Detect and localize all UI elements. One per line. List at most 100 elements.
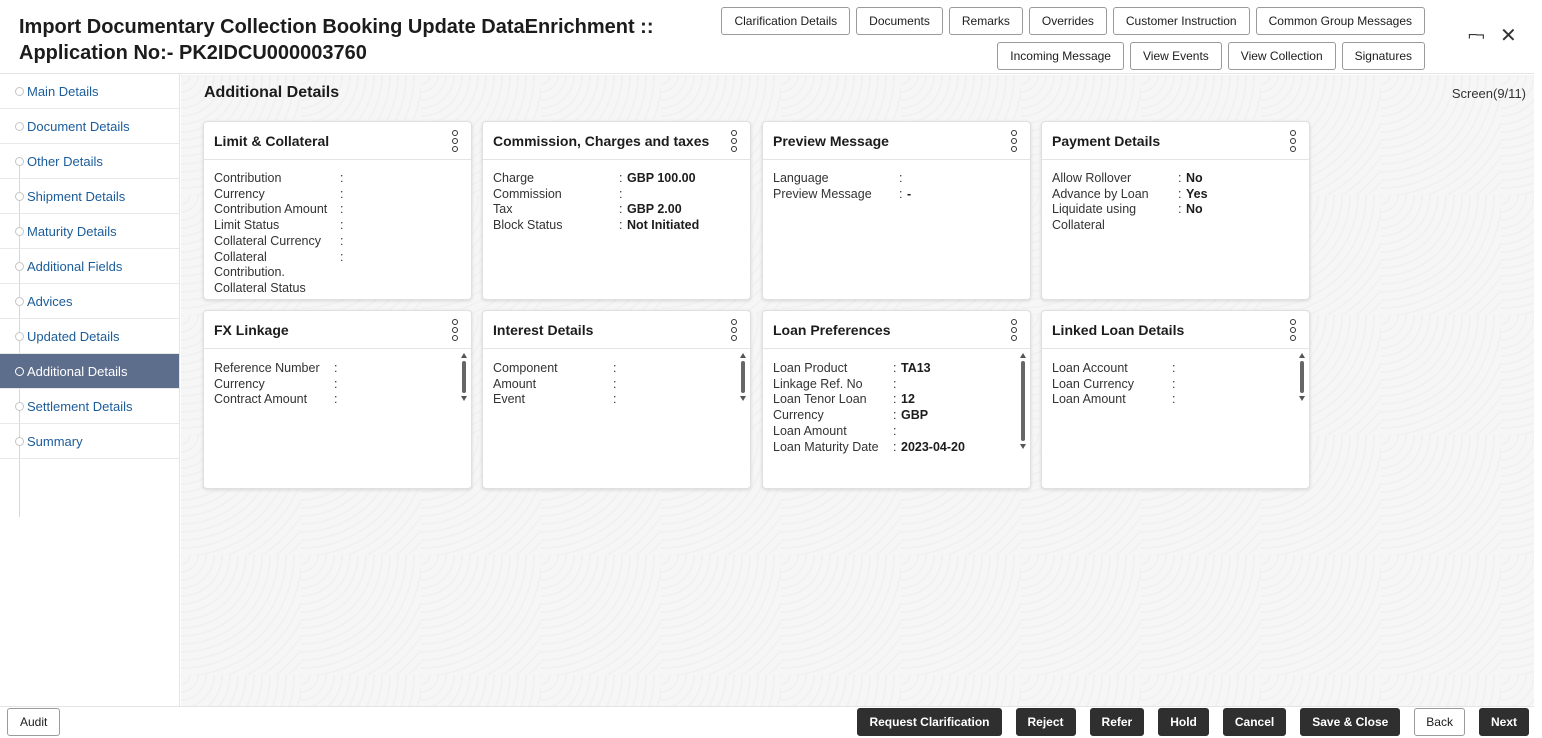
card-body: Language: Preview Message: - [773,171,1016,202]
field-label: Block Status [493,218,563,233]
hold-button[interactable]: Hold [1158,708,1209,736]
sidebar-item-label: Summary [27,433,83,449]
save-and-close-button[interactable]: Save & Close [1300,708,1401,736]
field-separator: : [334,376,338,391]
kebab-menu-icon[interactable] [1290,319,1296,341]
documents-button[interactable]: Documents [856,7,943,35]
scroll-down-icon[interactable] [1020,444,1026,449]
scroll-thumb[interactable] [1021,361,1025,441]
field-row: Loan Product: TA13 [773,361,1016,377]
field-row: Collateral Status [214,281,457,297]
field-label: Loan Currency [1052,376,1134,391]
view-collection-button[interactable]: View Collection [1227,42,1336,70]
step-indicator-icon [15,332,24,341]
kebab-menu-icon[interactable] [1290,130,1296,152]
kebab-menu-icon[interactable] [1011,319,1017,341]
card-scrollbar[interactable] [1019,353,1027,449]
field-label: Charge [493,171,534,185]
scroll-up-icon[interactable] [1020,353,1026,358]
signatures-button[interactable]: Signatures [1341,42,1425,70]
view-events-button[interactable]: View Events [1129,42,1222,70]
close-icon[interactable]: ✕ [1500,26,1517,46]
kebab-menu-icon[interactable] [452,130,458,152]
audit-button[interactable]: Audit [7,708,61,736]
header-actions-row1: Clarification Details Documents Remarks … [721,7,1425,35]
step-indicator-icon [15,192,24,201]
field-label: Contribution [214,171,282,185]
field-row: Loan Amount: [1052,392,1295,408]
cancel-button[interactable]: Cancel [1222,708,1287,736]
sidebar-item-document-details[interactable]: Document Details [0,109,179,144]
card-title: Limit & Collateral [214,133,330,149]
scroll-down-icon[interactable] [740,396,746,401]
scroll-thumb[interactable] [741,361,745,393]
clarification-details-button[interactable]: Clarification Details [721,7,851,35]
scroll-down-icon[interactable] [1299,396,1305,401]
kebab-menu-icon[interactable] [452,319,458,341]
sidebar-item-updated-details[interactable]: Updated Details [0,319,179,354]
common-group-messages-button[interactable]: Common Group Messages [1255,7,1425,35]
scroll-up-icon[interactable] [461,353,467,358]
sidebar-item-additional-fields[interactable]: Additional Fields [0,249,179,284]
field-label: Collateral [214,249,267,264]
kebab-menu-icon[interactable] [731,130,737,152]
field-separator: : [613,361,617,375]
field-label: Loan Amount [1052,392,1126,407]
remarks-button[interactable]: Remarks [948,7,1023,35]
customer-instruction-button[interactable]: Customer Instruction [1112,7,1250,35]
sidebar-item-label: Main Details [27,83,99,99]
field-separator: : [1172,392,1176,407]
card-body: Loan Account: Loan Currency: Loan Amount: [1052,361,1295,408]
field-value: No [1186,202,1203,217]
scroll-up-icon[interactable] [740,353,746,358]
field-separator: : [893,423,897,438]
field-row: Contribution: [214,171,457,187]
field-label: Collateral Currency [214,233,321,248]
card-header: Preview Message [763,122,1030,160]
sidebar-item-label: Settlement Details [27,398,133,414]
sidebar-item-additional-details[interactable]: Additional Details [0,354,179,389]
field-separator: : [340,171,344,185]
scroll-thumb[interactable] [462,361,466,393]
screen-indicator: Screen(9/11) [1451,86,1526,101]
sidebar-item-settlement-details[interactable]: Settlement Details [0,389,179,424]
scroll-thumb[interactable] [1300,361,1304,393]
sidebar-item-main-details[interactable]: Main Details [0,74,179,109]
sidebar-item-shipment-details[interactable]: Shipment Details [0,179,179,214]
step-list: Main Details Document Details Other Detail… [0,74,179,459]
card-header: Commission, Charges and taxes [483,122,750,160]
sidebar-item-label: Other Details [27,153,103,169]
kebab-menu-icon[interactable] [731,319,737,341]
sidebar-item-other-details[interactable]: Other Details [0,144,179,179]
card-header: Payment Details [1042,122,1309,160]
sidebar-item-maturity-details[interactable]: Maturity Details [0,214,179,249]
page-footer: Audit Request Clarification Reject Refer Ho… [0,706,1534,738]
reject-button[interactable]: Reject [1015,708,1076,736]
overrides-button[interactable]: Overrides [1028,7,1107,35]
sidebar-item-label: Advices [27,293,73,309]
scroll-up-icon[interactable] [1299,353,1305,358]
incoming-message-button[interactable]: Incoming Message [997,42,1124,70]
field-separator: : [340,233,344,248]
card-scrollbar[interactable] [1298,353,1306,401]
field-value: Yes [1186,186,1208,201]
next-button[interactable]: Next [1478,708,1529,736]
card-scrollbar[interactable] [739,353,747,401]
scroll-down-icon[interactable] [461,396,467,401]
field-label: Loan Amount [773,423,847,438]
field-value: GBP [901,408,929,423]
request-clarification-button[interactable]: Request Clarification [857,708,1002,736]
sidebar-item-advices[interactable]: Advices [0,284,179,319]
card-scrollbar[interactable] [460,353,468,401]
back-button[interactable]: Back [1414,708,1465,736]
card-header: Limit & Collateral [204,122,471,160]
field-label: Loan Account [1052,361,1128,375]
sidebar-item-summary[interactable]: Summary [0,424,179,459]
card-header: Interest Details [483,311,750,349]
field-label: Collateral [1052,218,1105,233]
collapse-icon[interactable]: ⌐¬ [1468,26,1485,46]
footer-actions: Request Clarification Reject Refer Hold Canc… [857,708,1529,736]
refer-button[interactable]: Refer [1089,708,1145,736]
kebab-menu-icon[interactable] [1011,130,1017,152]
main-content: Additional Details Screen(9/11) Limit & … [181,75,1534,706]
